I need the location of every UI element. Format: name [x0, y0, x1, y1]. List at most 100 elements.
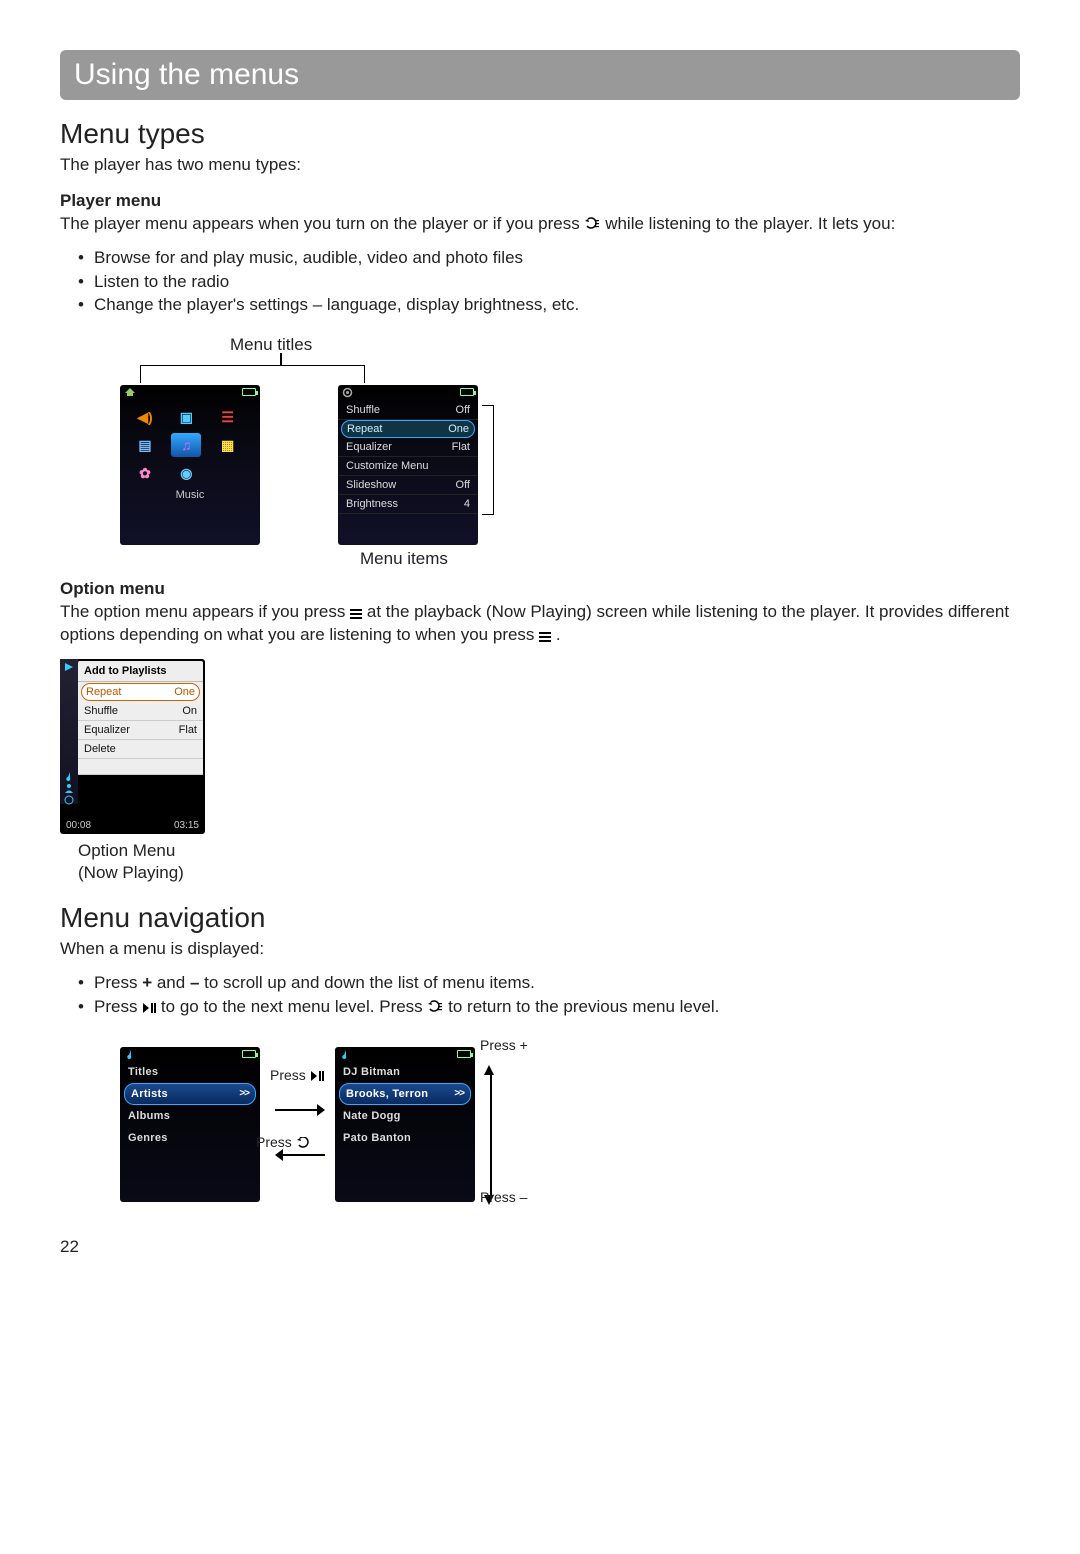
- favorites-icon: ◉: [171, 461, 201, 485]
- disc-icon: [64, 795, 74, 805]
- time-elapsed: 00:08: [66, 820, 91, 831]
- player-home-screen: ◀) ▣ ☰ ▤ ♫ ▦ ✿ ◉ Music: [120, 385, 260, 545]
- row-label: Shuffle: [84, 705, 118, 717]
- nav-screen-artists: DJ Bitman Brooks, Terron>> Nate Dogg Pat…: [335, 1047, 475, 1202]
- caption-line-1: Option Menu: [78, 841, 175, 860]
- option-header: Add to Playlists: [78, 661, 203, 682]
- music-note-icon: [124, 1049, 134, 1059]
- row-label: Repeat: [347, 423, 382, 435]
- chevron-right-icon: >>: [239, 1088, 249, 1100]
- status-bar: [335, 1047, 475, 1061]
- txt: and: [152, 973, 190, 992]
- settings-screen: Shuffle Off Repeat One Equalizer Flat Custo…: [338, 385, 478, 545]
- video-icon: ▣: [171, 405, 201, 429]
- settings-row: Equalizer Flat: [338, 438, 478, 457]
- chevron-right-icon: >>: [454, 1088, 464, 1100]
- pm-text-2: while listening to the player. It lets y…: [605, 214, 895, 233]
- arrow-up-icon: [484, 1065, 494, 1075]
- list-item: Change the player's settings – language,…: [78, 293, 1020, 317]
- nav-row: Titles: [120, 1061, 260, 1083]
- option-row: Equalizer Flat: [78, 721, 203, 740]
- battery-icon: [457, 1050, 471, 1058]
- option-menu-diagram: Add to Playlists Repeat One Shuffle On Equ…: [60, 659, 1020, 884]
- nav-row-selected: Artists>>: [124, 1083, 256, 1105]
- player-menu-heading: Player menu: [60, 191, 1020, 211]
- option-menu-text: The option menu appears if you press at …: [60, 601, 1020, 647]
- nav-row: DJ Bitman: [335, 1061, 475, 1083]
- settings-row: Customize Menu: [338, 457, 478, 476]
- nav-row: Genres: [120, 1127, 260, 1149]
- list-item: Press to go to the next menu level. Pres…: [78, 995, 1020, 1019]
- row-label: Equalizer: [84, 724, 130, 736]
- nav-diagram: Titles Artists>> Albums Genres DJ Bitman…: [60, 1037, 1020, 1207]
- battery-icon: [460, 388, 474, 396]
- plus-symbol: +: [142, 973, 152, 992]
- row-value: Off: [456, 404, 470, 416]
- home-icon: [124, 387, 136, 397]
- press-minus-label: Press –: [480, 1189, 527, 1205]
- status-bar: [338, 385, 478, 399]
- om-text-3: .: [556, 625, 561, 644]
- play-pause-icon: [310, 1070, 324, 1082]
- row-label: Repeat: [86, 686, 121, 698]
- empty-icon: [213, 461, 243, 485]
- row-label: Customize Menu: [346, 460, 429, 472]
- arrow-left-icon: [275, 1142, 325, 1170]
- row-label: Shuffle: [346, 404, 380, 416]
- settings-row: SlideshowOff: [338, 476, 478, 495]
- row-value: Off: [456, 479, 470, 491]
- menu-icon: [539, 632, 551, 642]
- gear-icon: [342, 387, 353, 398]
- settings-row: Brightness4: [338, 495, 478, 514]
- bracket-tick: [280, 353, 282, 365]
- menu-icon: [350, 609, 362, 619]
- heading-menu-navigation: Menu navigation: [60, 902, 1020, 934]
- player-menu-bullets: Browse for and play music, audible, vide…: [60, 246, 1020, 317]
- player-menu-text: The player menu appears when you turn on…: [60, 213, 1020, 236]
- nav-intro: When a menu is displayed:: [60, 938, 1020, 961]
- settings-list: Shuffle Off Repeat One Equalizer Flat Custo…: [338, 399, 478, 514]
- nav-row-selected: Brooks, Terron >>: [339, 1083, 471, 1105]
- menu-titles-diagram: Menu titles ◀) ▣ ☰ ▤ ♫ ▦ ✿ ◉ Music Shuff…: [60, 335, 1020, 565]
- music-note-icon: [64, 771, 74, 781]
- row-value: Flat: [179, 724, 197, 736]
- radio-icon: ☰: [213, 405, 243, 429]
- txt: to go to the next menu level. Press: [161, 997, 427, 1016]
- option-row: Delete: [78, 740, 203, 759]
- arrow-right-icon: [275, 1097, 325, 1125]
- nav-screen-categories: Titles Artists>> Albums Genres: [120, 1047, 260, 1202]
- om-text-1: The option menu appears if you press: [60, 602, 350, 621]
- status-bar: [120, 1047, 260, 1061]
- option-screen: Add to Playlists Repeat One Shuffle On Equ…: [60, 659, 205, 834]
- home-footer-label: Music: [120, 489, 260, 501]
- play-pause-icon: [142, 1002, 156, 1014]
- home-grid: ◀) ▣ ☰ ▤ ♫ ▦ ✿ ◉: [120, 399, 260, 487]
- row-label: Equalizer: [346, 441, 392, 453]
- playlist-icon: ▤: [130, 433, 160, 457]
- bracket-top: [140, 365, 365, 383]
- nav-row: Albums: [120, 1105, 260, 1127]
- back-icon: [427, 1000, 443, 1014]
- txt: to return to the previous menu level.: [448, 997, 719, 1016]
- music-icon: ♫: [171, 433, 201, 457]
- row-value: One: [448, 423, 469, 435]
- settings-row-selected: Repeat One: [341, 420, 475, 438]
- row-value: Flat: [452, 441, 470, 453]
- minus-symbol: –: [190, 973, 199, 992]
- back-icon: [584, 217, 600, 231]
- press-plus-label: Press +: [480, 1037, 528, 1053]
- title-bar: Using the menus: [60, 50, 1020, 100]
- option-menu-heading: Option menu: [60, 579, 1020, 599]
- row-label: Brooks, Terron: [346, 1088, 428, 1100]
- option-row: [78, 759, 203, 775]
- press-play-label: Press: [270, 1067, 324, 1083]
- row-value: One: [174, 686, 195, 698]
- txt: Press: [94, 973, 142, 992]
- person-icon: [64, 783, 74, 793]
- txt: to scroll up and down the list of menu i…: [199, 973, 534, 992]
- list-item: Press + and – to scroll up and down the …: [78, 971, 1020, 995]
- heading-menu-types: Menu types: [60, 118, 1020, 150]
- nav-row: Nate Dogg: [335, 1105, 475, 1127]
- arrow-line: [490, 1075, 492, 1195]
- row-value: On: [182, 705, 197, 717]
